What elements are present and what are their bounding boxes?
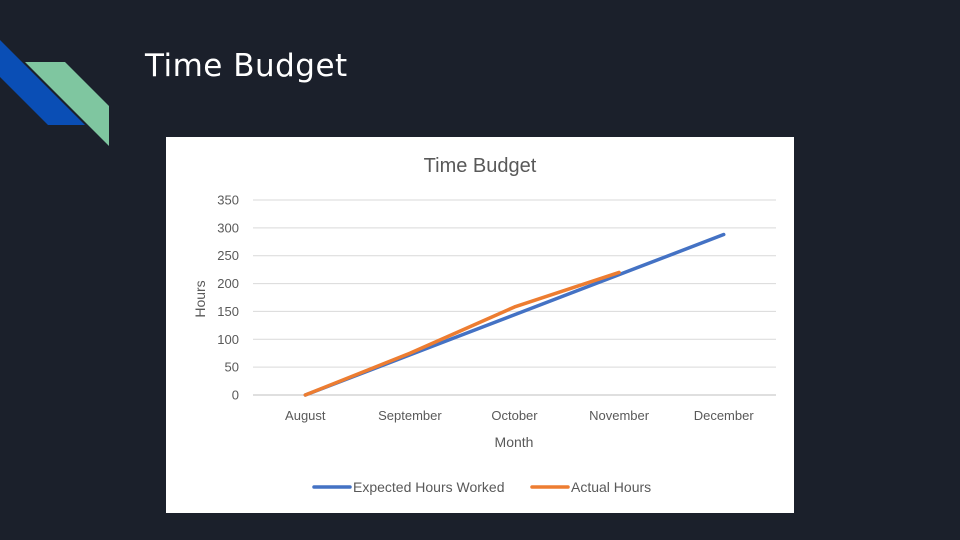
y-tick-label: 250 [217, 248, 239, 263]
series-lines [303, 232, 726, 397]
x-tick-label: November [589, 408, 650, 423]
legend-label: Expected Hours Worked [353, 479, 504, 495]
y-axis-ticks: 0 50 100 150 200 250 300 350 [217, 193, 239, 403]
slide-title: Time Budget [145, 48, 348, 84]
chart-title: Time Budget [424, 155, 537, 177]
x-axis-title: Month [495, 434, 534, 450]
chart-legend: Expected Hours Worked Actual Hours [312, 479, 651, 495]
x-tick-label: August [285, 408, 326, 423]
x-tick-label: September [378, 408, 442, 423]
x-tick-label: December [694, 408, 755, 423]
y-tick-label: 100 [217, 332, 239, 347]
y-axis-title: Hours [192, 280, 208, 317]
x-tick-label: October [491, 408, 538, 423]
x-axis-ticks: August September October November December [285, 408, 754, 423]
legend-label: Actual Hours [571, 479, 651, 495]
y-tick-label: 50 [225, 360, 239, 375]
y-tick-label: 350 [217, 193, 239, 208]
chart-panel: Time Budget 0 50 100 150 200 250 300 350 August… [166, 137, 794, 513]
slide-decoration [0, 40, 109, 146]
y-tick-label: 150 [217, 304, 239, 319]
y-tick-label: 300 [217, 220, 239, 235]
y-tick-label: 200 [217, 276, 239, 291]
y-tick-label: 0 [232, 388, 239, 403]
gridlines [253, 199, 776, 396]
line-chart: Time Budget 0 50 100 150 200 250 300 350 August… [192, 155, 776, 495]
